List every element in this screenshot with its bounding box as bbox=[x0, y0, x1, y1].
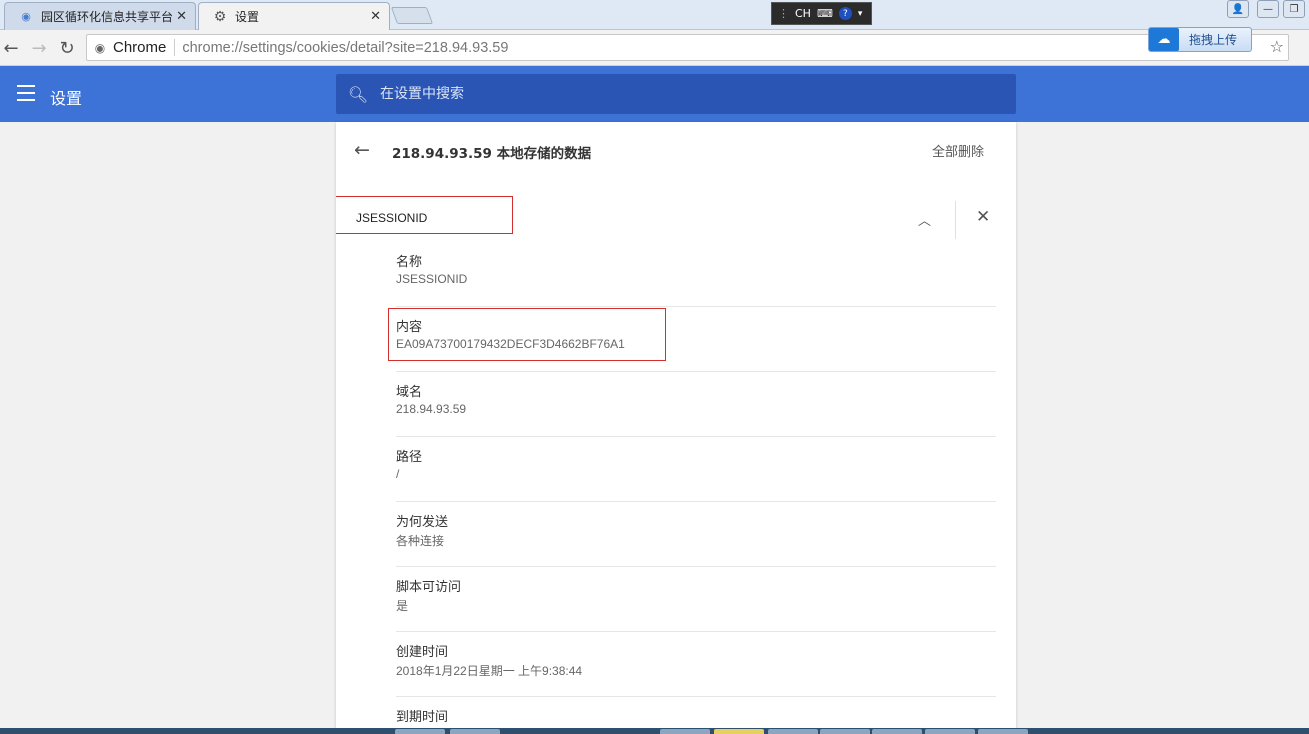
ime-label: CH bbox=[795, 7, 811, 20]
globe-icon: ◉ bbox=[21, 10, 31, 23]
close-icon[interactable]: ✕ bbox=[176, 9, 187, 24]
taskbar-item[interactable] bbox=[660, 729, 710, 734]
detail-title: 218.94.93.59 本地存储的数据 bbox=[392, 146, 592, 162]
search-input[interactable] bbox=[380, 86, 980, 102]
close-icon[interactable]: ✕ bbox=[976, 207, 990, 227]
url-text[interactable]: chrome://settings/cookies/detail?site=21… bbox=[182, 40, 508, 56]
gear-icon: ⚙ bbox=[213, 8, 227, 25]
field-name: 名称 JSESSIONID bbox=[396, 241, 996, 306]
settings-header: 设置 🔍︎ bbox=[0, 66, 1309, 122]
field-label: 到期时间 bbox=[396, 710, 449, 725]
restore-icon[interactable]: ❐ bbox=[1283, 0, 1305, 18]
tab-label: 园区循环化信息共享平台 bbox=[41, 10, 174, 24]
back-arrow-icon[interactable]: ← bbox=[354, 139, 370, 161]
user-icon[interactable]: 👤 bbox=[1227, 0, 1249, 18]
cloud-icon: ☁ bbox=[1149, 28, 1179, 51]
settings-search[interactable]: 🔍︎ bbox=[336, 74, 1016, 114]
chevron-up-icon[interactable]: ︿ bbox=[918, 210, 931, 229]
upload-label: 拖拽上传 bbox=[1189, 33, 1238, 47]
cookie-detail-card: ← 218.94.93.59 本地存储的数据 全部删除 JSESSIONID ︿… bbox=[336, 122, 1016, 734]
divider bbox=[396, 566, 996, 567]
ime-toolbar[interactable]: ⋮ CH ⌨ ? ▾ bbox=[771, 2, 872, 25]
field-script-accessible: 脚本可访问 是 bbox=[396, 566, 996, 631]
field-label: 名称 bbox=[396, 255, 423, 270]
taskbar-item[interactable] bbox=[714, 729, 764, 734]
field-value: JSESSIONID bbox=[396, 272, 468, 286]
tab-label: 设置 bbox=[235, 10, 260, 24]
new-tab-button[interactable] bbox=[390, 7, 434, 24]
field-label: 为何发送 bbox=[396, 515, 449, 530]
divider bbox=[396, 436, 996, 437]
divider bbox=[396, 696, 996, 697]
back-icon[interactable]: ← bbox=[0, 37, 22, 59]
taskbar-item[interactable] bbox=[768, 729, 818, 734]
field-domain: 域名 218.94.93.59 bbox=[396, 371, 996, 436]
taskbar-item[interactable] bbox=[978, 729, 1028, 734]
search-icon: 🔍︎ bbox=[347, 84, 369, 104]
taskbar-item[interactable] bbox=[925, 729, 975, 734]
address-bar[interactable]: ◉ Chrome chrome://settings/cookies/detai… bbox=[86, 34, 1289, 61]
field-value: 2018年1月22日星期一 上午9:38:44 bbox=[396, 664, 583, 678]
field-label: 域名 bbox=[396, 385, 423, 400]
reload-icon[interactable]: ↻ bbox=[56, 37, 78, 59]
divider bbox=[396, 371, 996, 372]
field-label: 路径 bbox=[396, 450, 423, 465]
field-value: 218.94.93.59 bbox=[396, 402, 467, 416]
field-value: / bbox=[396, 467, 400, 481]
taskbar-item[interactable] bbox=[820, 729, 870, 734]
help-icon[interactable]: ? bbox=[838, 7, 852, 20]
tab-settings[interactable]: ⚙ 设置 ✕ bbox=[198, 2, 390, 30]
taskbar bbox=[0, 728, 1309, 734]
chevron-down-icon[interactable]: ▾ bbox=[858, 9, 863, 19]
tab-strip: ◉ 园区循环化信息共享平台 ✕ ⚙ 设置 ✕ ⋮ CH ⌨ ? ▾ 👤 — ❐ bbox=[0, 0, 1309, 30]
star-icon[interactable]: ☆ bbox=[1270, 37, 1284, 56]
taskbar-item[interactable] bbox=[395, 729, 445, 734]
page-title: 设置 bbox=[50, 89, 83, 108]
close-icon[interactable]: ✕ bbox=[370, 9, 381, 24]
site-chip: Chrome bbox=[113, 39, 176, 56]
menu-icon[interactable] bbox=[17, 85, 35, 101]
taskbar-item[interactable] bbox=[450, 729, 500, 734]
tab-platform[interactable]: ◉ 园区循环化信息共享平台 ✕ bbox=[4, 2, 196, 30]
chrome-icon: ◉ bbox=[94, 40, 106, 55]
field-send-for: 为何发送 各种连接 bbox=[396, 501, 996, 566]
field-label: 创建时间 bbox=[396, 645, 449, 660]
field-path: 路径 / bbox=[396, 436, 996, 501]
browser-toolbar: ← → ↻ ◉ Chrome chrome://settings/cookies… bbox=[0, 30, 1309, 66]
highlight-box-content bbox=[388, 308, 666, 361]
minimize-icon[interactable]: — bbox=[1257, 0, 1279, 18]
highlight-box-cookie bbox=[336, 196, 513, 234]
keyboard-icon[interactable]: ⌨ bbox=[817, 7, 833, 20]
forward-icon[interactable]: → bbox=[28, 37, 50, 59]
divider bbox=[396, 501, 996, 502]
field-value: 是 bbox=[396, 599, 409, 613]
grip-icon: ⋮ bbox=[778, 7, 789, 20]
remove-all-button[interactable]: 全部删除 bbox=[932, 141, 984, 160]
upload-button[interactable]: ☁ 拖拽上传 bbox=[1148, 27, 1252, 52]
field-value: 各种连接 bbox=[396, 534, 445, 548]
field-label: 脚本可访问 bbox=[396, 580, 462, 595]
divider bbox=[396, 631, 996, 632]
field-created: 创建时间 2018年1月22日星期一 上午9:38:44 bbox=[396, 631, 996, 696]
divider bbox=[396, 306, 996, 307]
taskbar-item[interactable] bbox=[872, 729, 922, 734]
divider bbox=[955, 201, 956, 239]
